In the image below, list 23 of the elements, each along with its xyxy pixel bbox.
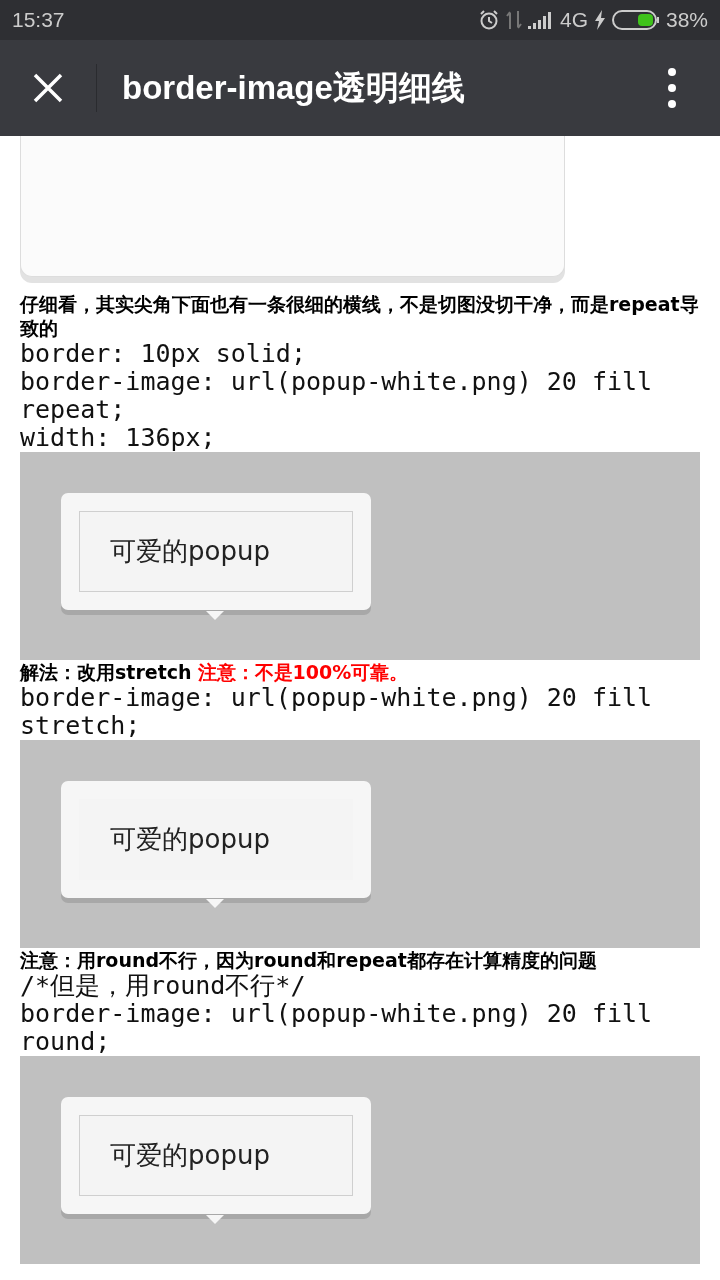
code-line: border-image: url(popup-white.png) 20 fill round; (20, 1000, 654, 1056)
note-text: 解法：改用stretch (20, 661, 192, 683)
more-icon (668, 68, 676, 108)
data-arrows-icon (505, 10, 522, 30)
page-title: border-image透明细线 (122, 67, 466, 108)
code-line: border-image: url(popup-white.png) 20 fill repeat; (20, 368, 654, 424)
popup-label: 可爱的popup (110, 823, 270, 856)
code-line: /*但是，用round不行*/ (20, 972, 307, 1000)
code-line: border: 10px solid; (20, 340, 307, 368)
code-line: width: 136px; (20, 424, 217, 452)
note-text: 注意：用round不行，因为round和repeat都存在计算精度的问题 (20, 949, 597, 971)
status-time: 15:37 (12, 8, 65, 32)
warning-text: 注意：不是100%可靠。 (197, 661, 409, 683)
close-icon (32, 72, 64, 104)
popup-label: 可爱的popup (110, 1139, 270, 1172)
charging-icon (593, 10, 606, 30)
code-line: border-image: url(popup-white.png) 20 fill stretch; (20, 684, 654, 740)
battery-percent: 38% (665, 8, 708, 32)
network-type: 4G (559, 8, 588, 32)
signal-icon (527, 11, 554, 29)
battery-icon (611, 10, 660, 30)
note-text: 仔细看，其实尖角下面也有一条很细的横线，不是切图没切干净，而是repeat导致的 (20, 293, 699, 339)
popup-label: 可爱的popup (110, 535, 270, 568)
